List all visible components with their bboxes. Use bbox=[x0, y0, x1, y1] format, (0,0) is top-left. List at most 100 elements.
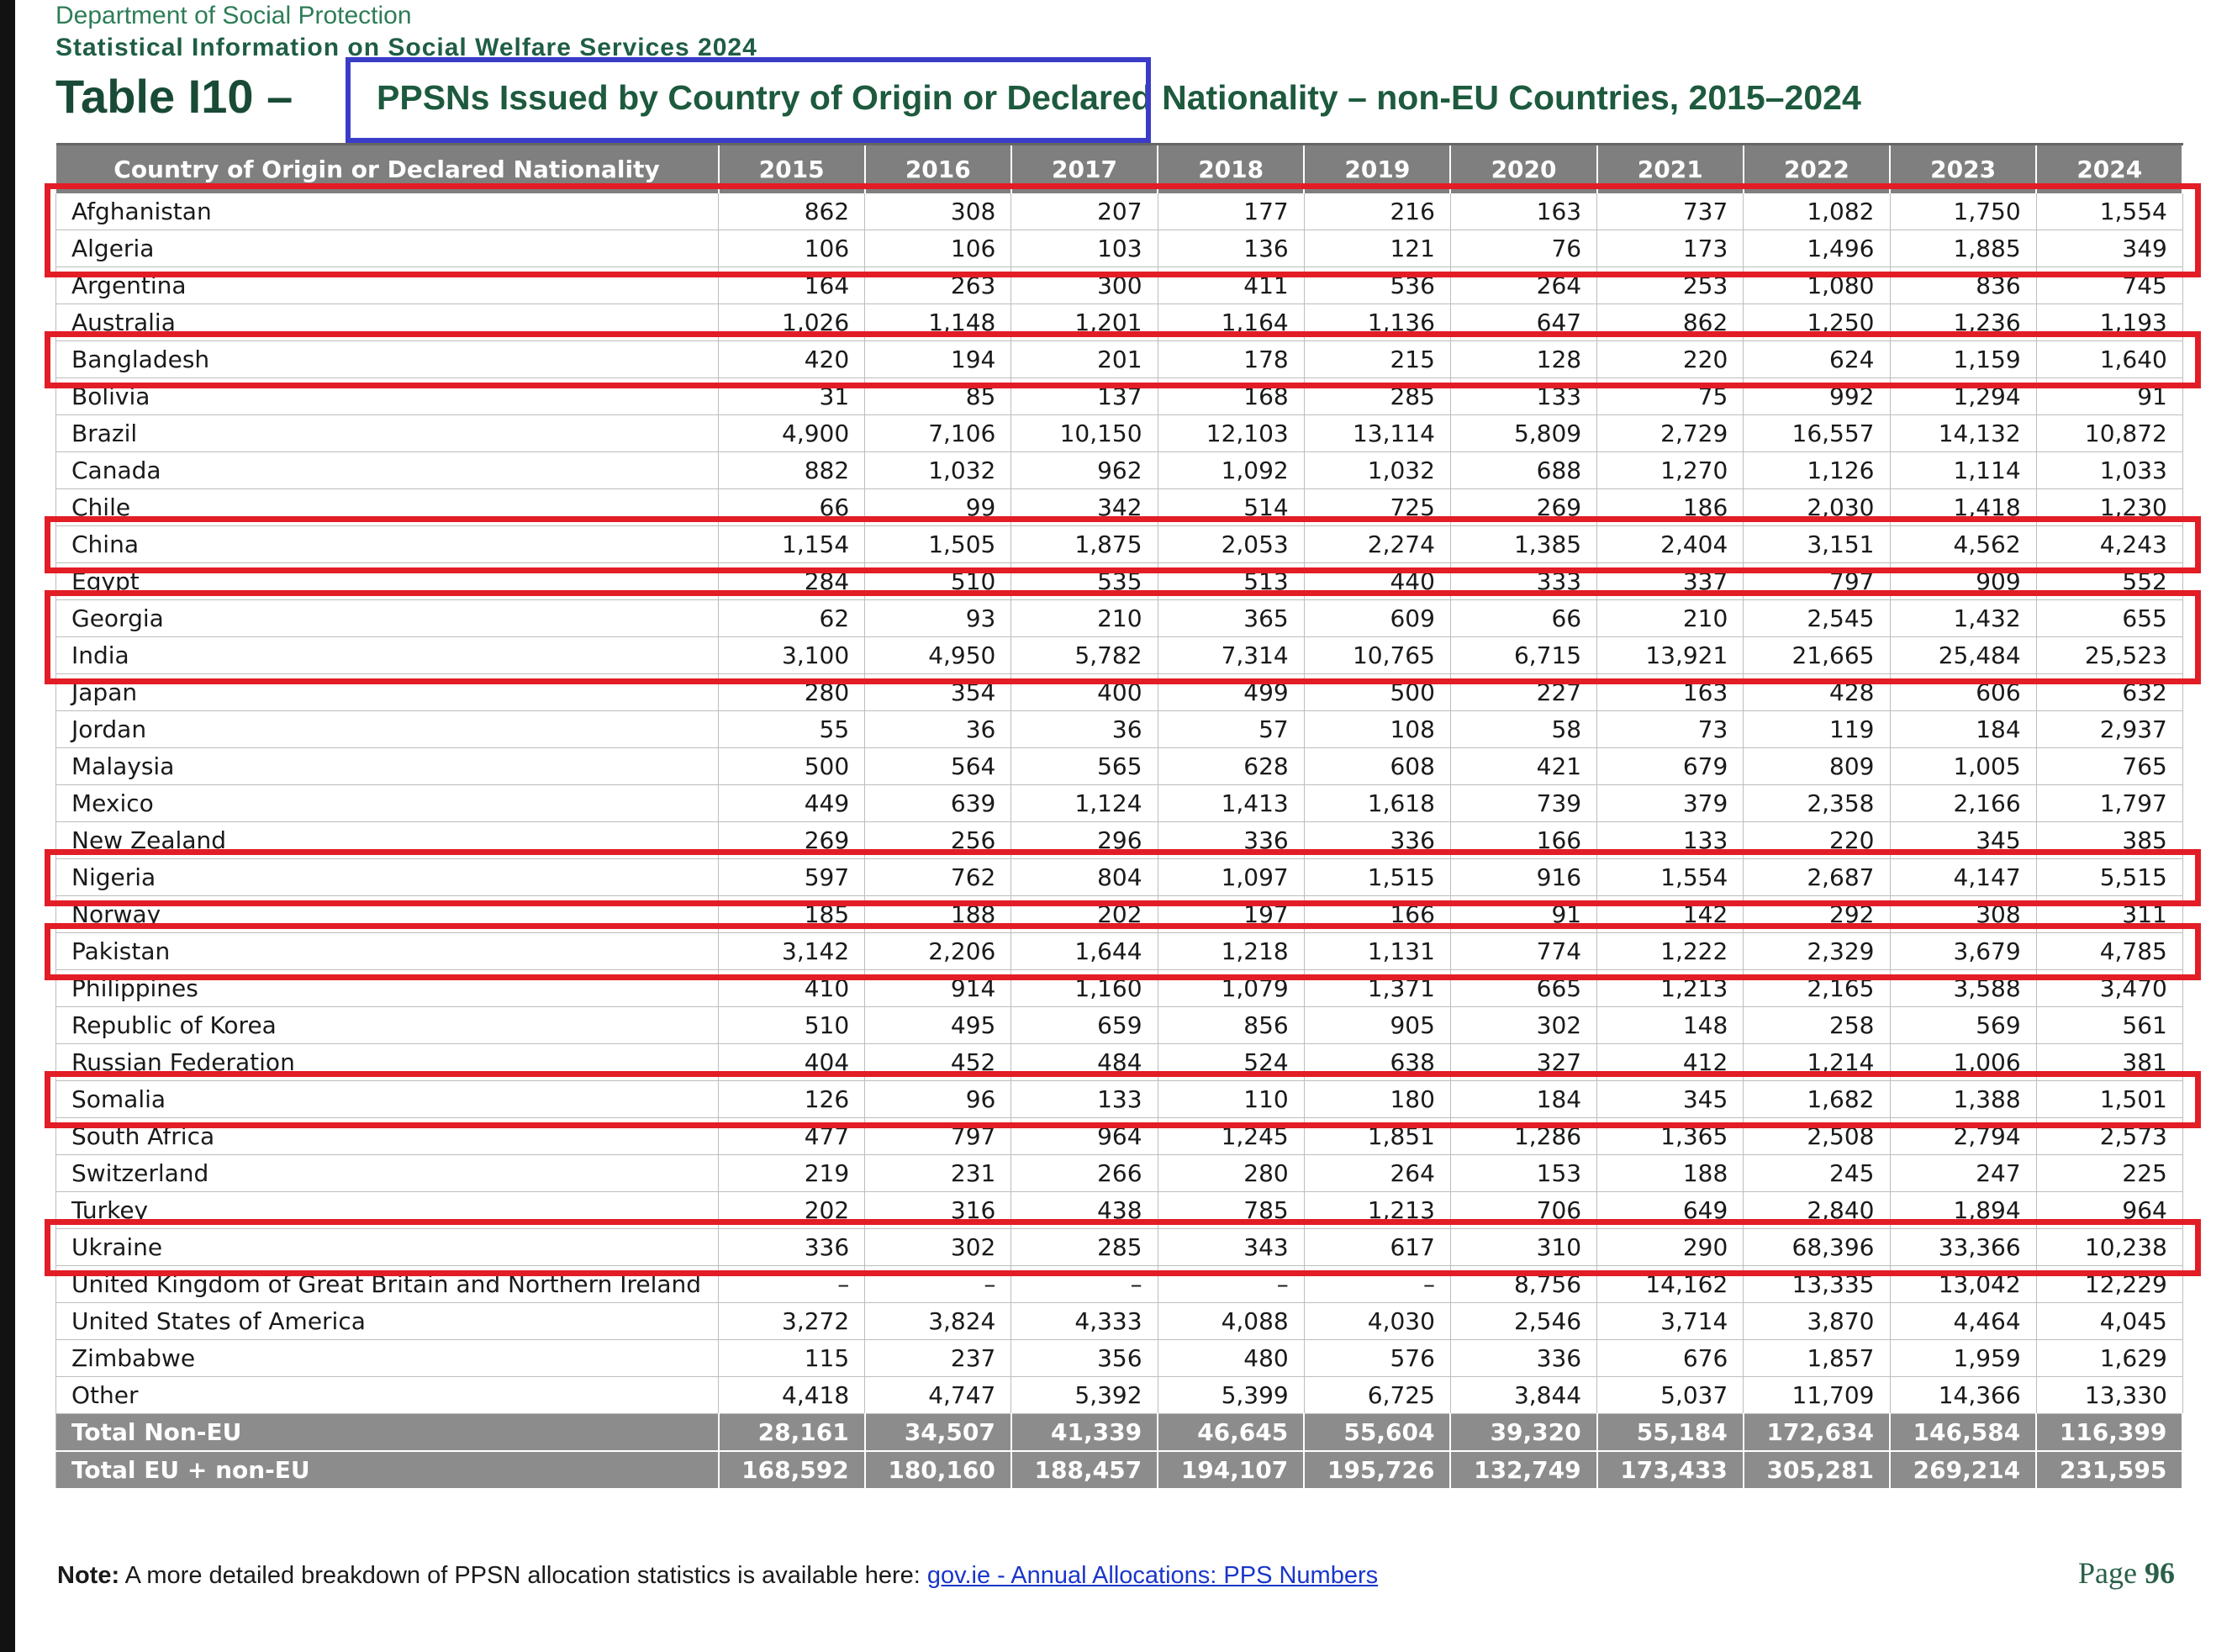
value-cell: 13,114 bbox=[1304, 414, 1451, 452]
value-cell: 2,546 bbox=[1450, 1302, 1598, 1340]
total-value-cell: 305,281 bbox=[1743, 1451, 1892, 1490]
value-cell: 4,747 bbox=[864, 1376, 1012, 1414]
value-cell: 4,045 bbox=[2036, 1302, 2183, 1340]
value-cell: 1,270 bbox=[1596, 451, 1744, 489]
total-value-cell: 168,592 bbox=[718, 1451, 866, 1490]
department-name: Department of Social Protection bbox=[55, 2, 412, 29]
value-cell: 4,030 bbox=[1304, 1302, 1451, 1340]
value-cell: 379 bbox=[1596, 784, 1744, 822]
footnote: Note: A more detailed breakdown of PPSN … bbox=[57, 1562, 1378, 1590]
value-cell: 4,418 bbox=[718, 1376, 866, 1414]
value-cell: 36 bbox=[864, 710, 1012, 748]
row-highlight-box bbox=[44, 330, 2202, 388]
value-cell: 73 bbox=[1596, 710, 1744, 748]
value-cell: 1,033 bbox=[2036, 451, 2183, 489]
total-value-cell: 41,339 bbox=[1010, 1413, 1159, 1452]
value-cell: 2,937 bbox=[2036, 710, 2183, 748]
value-cell: 1,092 bbox=[1158, 451, 1305, 489]
value-cell: 153 bbox=[1450, 1154, 1598, 1192]
value-cell: 576 bbox=[1304, 1339, 1451, 1377]
value-cell: 1,032 bbox=[864, 451, 1012, 489]
table-row: Switzerland 219 231 266 280 264 153 188 245 247 22… bbox=[55, 1154, 2183, 1192]
value-cell: 2,729 bbox=[1596, 414, 1744, 452]
pps-allocations-link[interactable]: gov.ie - Annual Allocations: PPS Numbers bbox=[927, 1562, 1378, 1589]
total-value-cell: 55,184 bbox=[1596, 1413, 1744, 1452]
total-value-cell: 116,399 bbox=[2036, 1413, 2184, 1452]
note-label: Note: bbox=[57, 1562, 120, 1589]
row-highlight-box bbox=[44, 589, 2202, 684]
total-value-cell: 132,749 bbox=[1450, 1451, 1598, 1490]
value-cell: 5,037 bbox=[1596, 1376, 1744, 1414]
country-cell: Canada bbox=[55, 451, 719, 489]
value-cell: 688 bbox=[1450, 451, 1598, 489]
value-cell: 4,900 bbox=[718, 414, 866, 452]
table-row: Zimbabwe 115 237 356 480 576 336 676 1,857 1,959 1… bbox=[55, 1339, 2183, 1377]
value-cell: 280 bbox=[1158, 1154, 1305, 1192]
value-cell: 3,870 bbox=[1743, 1302, 1891, 1340]
value-cell: 36 bbox=[1010, 710, 1158, 748]
value-cell: 4,333 bbox=[1010, 1302, 1158, 1340]
value-cell: 237 bbox=[864, 1339, 1012, 1377]
value-cell: 219 bbox=[718, 1154, 866, 1192]
value-cell: 765 bbox=[2036, 747, 2183, 785]
row-highlight-box bbox=[44, 515, 2202, 573]
country-cell: Jordan bbox=[55, 710, 719, 748]
value-cell: 3,714 bbox=[1596, 1302, 1744, 1340]
value-cell: 264 bbox=[1304, 1154, 1451, 1192]
table-row: Canada 882 1,032 962 1,092 1,032 688 1,270 1,126… bbox=[55, 451, 2183, 489]
value-cell: 225 bbox=[2036, 1154, 2183, 1192]
value-cell: 676 bbox=[1596, 1339, 1744, 1377]
value-cell: 639 bbox=[864, 784, 1012, 822]
value-cell: 628 bbox=[1158, 747, 1305, 785]
document-page: Department of Social Protection Statisti… bbox=[15, 0, 2232, 1652]
total-value-cell: 188,457 bbox=[1010, 1451, 1159, 1490]
value-cell: 108 bbox=[1304, 710, 1451, 748]
value-cell: 266 bbox=[1010, 1154, 1158, 1192]
value-cell: 14,132 bbox=[1890, 414, 2037, 452]
value-cell: 856 bbox=[1158, 1006, 1305, 1044]
value-cell: 608 bbox=[1304, 747, 1451, 785]
value-cell: 882 bbox=[718, 451, 866, 489]
value-cell: 302 bbox=[1450, 1006, 1598, 1044]
value-cell: 245 bbox=[1743, 1154, 1891, 1192]
value-cell: 5,399 bbox=[1158, 1376, 1305, 1414]
value-cell: 500 bbox=[718, 747, 866, 785]
value-cell: 739 bbox=[1450, 784, 1598, 822]
value-cell: 258 bbox=[1743, 1006, 1891, 1044]
total-value-cell: 172,634 bbox=[1743, 1413, 1892, 1452]
row-highlight-box bbox=[44, 848, 2202, 906]
value-cell: 3,272 bbox=[718, 1302, 866, 1340]
value-cell: 1,005 bbox=[1890, 747, 2037, 785]
value-cell: 1,114 bbox=[1890, 451, 2037, 489]
value-cell: 1,959 bbox=[1890, 1339, 2037, 1377]
page-label: Page bbox=[2078, 1556, 2137, 1590]
value-cell: 58 bbox=[1450, 710, 1598, 748]
value-cell: 449 bbox=[718, 784, 866, 822]
value-cell: 1,126 bbox=[1743, 451, 1891, 489]
value-cell: 1,629 bbox=[2036, 1339, 2183, 1377]
title-highlight-box bbox=[346, 57, 1151, 143]
country-cell: Republic of Korea bbox=[55, 1006, 719, 1044]
value-cell: 5,809 bbox=[1450, 414, 1598, 452]
value-cell: 356 bbox=[1010, 1339, 1158, 1377]
value-cell: 11,709 bbox=[1743, 1376, 1891, 1414]
total-label-cell: Total Non-EU bbox=[55, 1413, 720, 1452]
total-value-cell: 173,433 bbox=[1596, 1451, 1744, 1490]
value-cell: 809 bbox=[1743, 747, 1891, 785]
total-value-cell: 180,160 bbox=[864, 1451, 1012, 1490]
value-cell: 55 bbox=[718, 710, 866, 748]
table-row: Malaysia 500 564 565 628 608 421 679 809 1,005 765 bbox=[55, 747, 2183, 785]
value-cell: 659 bbox=[1010, 1006, 1158, 1044]
country-cell: Zimbabwe bbox=[55, 1339, 719, 1377]
value-cell: 119 bbox=[1743, 710, 1891, 748]
total-value-cell: 146,584 bbox=[1890, 1413, 2038, 1452]
value-cell: 962 bbox=[1010, 451, 1158, 489]
value-cell: 247 bbox=[1890, 1154, 2037, 1192]
value-cell: 1,032 bbox=[1304, 451, 1451, 489]
value-cell: 16,557 bbox=[1743, 414, 1891, 452]
value-cell: 10,872 bbox=[2036, 414, 2183, 452]
total-value-cell: 55,604 bbox=[1304, 1413, 1452, 1452]
value-cell: 13,330 bbox=[2036, 1376, 2183, 1414]
value-cell: 564 bbox=[864, 747, 1012, 785]
page-number-value: 96 bbox=[2145, 1556, 2175, 1590]
